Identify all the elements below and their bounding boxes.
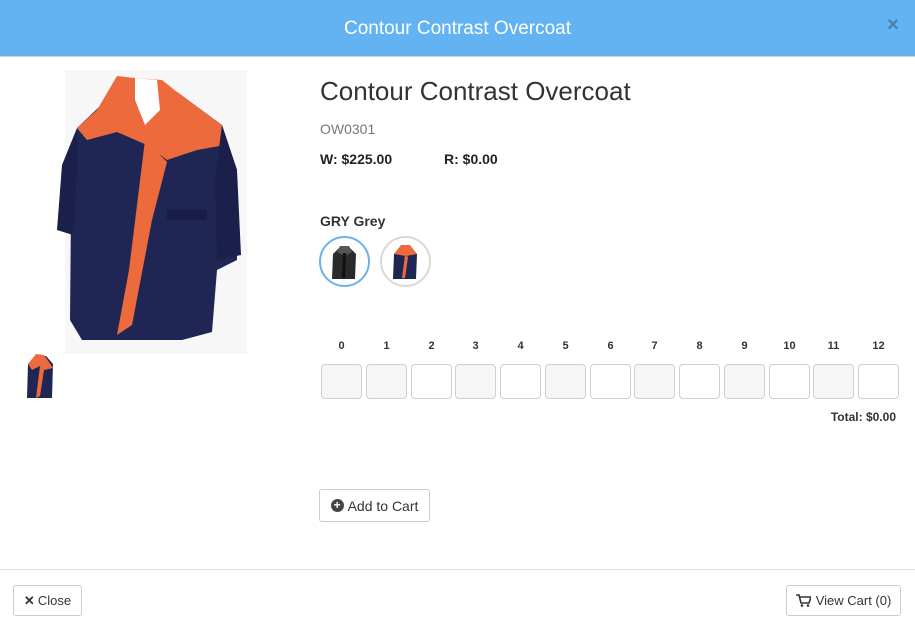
add-to-cart-button[interactable]: + Add to Cart [319,489,430,522]
close-x-icon: ✕ [23,592,35,608]
size-qty-input[interactable] [634,364,675,399]
product-image [17,70,295,354]
size-label: 4 [517,340,524,352]
coat-navy-orange-swatch-icon [393,245,417,279]
size-label: 10 [783,340,796,352]
size-label: 7 [651,340,658,352]
size-qty-input[interactable] [679,364,720,399]
product-name: Contour Contrast Overcoat [320,76,631,106]
size-label: 1 [383,340,390,352]
swatch-navy-orange[interactable] [380,236,431,287]
order-total: Total: $0.00 [830,410,896,424]
coat-grey-swatch-icon [332,246,356,279]
swatch-grey[interactable] [319,236,370,287]
size-label: 6 [607,340,614,352]
retail-price: R: $0.00 [444,151,498,167]
size-label: 5 [562,340,569,352]
close-icon[interactable]: × [883,15,903,35]
close-label: Close [37,593,72,608]
size-qty-input[interactable] [500,364,541,399]
size-label: 2 [428,340,435,352]
view-cart-label: View Cart (0) [815,593,892,608]
size-qty-input[interactable] [769,364,810,399]
modal-title: Contour Contrast Overcoat [343,18,572,39]
product-sku: OW0301 [320,121,376,137]
size-qty-input[interactable] [724,364,765,399]
close-button[interactable]: ✕ Close [13,585,82,616]
add-to-cart-label: Add to Cart [347,497,419,514]
size-label: 9 [741,340,748,352]
size-qty-input[interactable] [411,364,452,399]
size-qty-input[interactable] [455,364,496,399]
size-label: 8 [696,340,703,352]
cart-icon [795,594,811,607]
modal-header: Contour Contrast Overcoat × [0,0,915,57]
product-thumbnail[interactable] [22,352,58,404]
size-qty-input[interactable] [813,364,854,399]
size-label: 3 [472,340,479,352]
size-label: 11 [827,340,840,352]
wholesale-price: W: $225.00 [320,151,393,167]
size-qty-input[interactable] [545,364,586,399]
plus-circle-icon: + [330,499,344,512]
size-qty-input[interactable] [321,364,362,399]
size-label: 0 [338,340,345,352]
footer-divider [0,569,915,570]
color-label: GRY Grey [320,213,386,229]
size-qty-input[interactable] [366,364,407,399]
size-label: 12 [872,340,885,352]
size-qty-input[interactable] [858,364,899,399]
view-cart-button[interactable]: View Cart (0) [786,585,901,616]
size-qty-input[interactable] [590,364,631,399]
